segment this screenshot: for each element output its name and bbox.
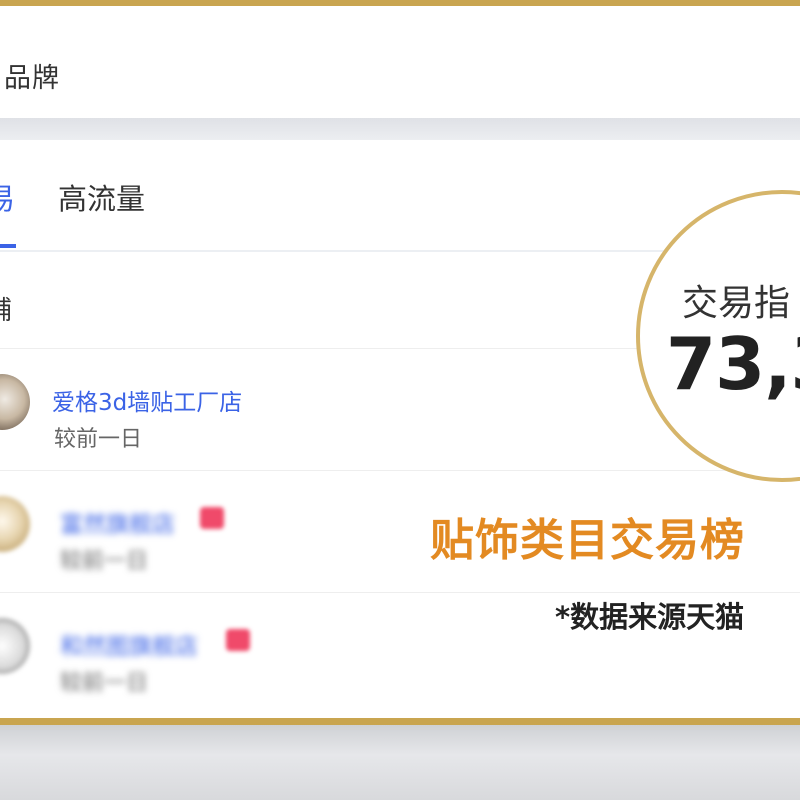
promo-title: 贴饰类目交易榜 bbox=[430, 515, 745, 566]
shop-avatar[interactable] bbox=[0, 618, 30, 674]
active-tab-indicator bbox=[0, 244, 16, 248]
tmall-badge-icon bbox=[226, 629, 250, 651]
section-gap bbox=[0, 118, 800, 140]
column-header-shop: 铺 bbox=[0, 290, 12, 327]
metric-label: 交易指 bbox=[682, 283, 791, 324]
shop-name-link[interactable]: 和然图旗舰店 bbox=[60, 627, 198, 661]
tab-transaction[interactable]: 易 bbox=[0, 176, 15, 218]
data-source-note: *数据来源天猫 bbox=[555, 600, 745, 634]
compare-label: 较前一日 bbox=[60, 549, 149, 574]
tab-high-traffic[interactable]: 高流量 bbox=[58, 176, 145, 218]
metric-value: 73,3 bbox=[666, 322, 800, 406]
compare-label: 较前一日 bbox=[54, 427, 143, 452]
ranking-card: 易 高流量 铺 爱格3d墙贴工厂店 较前一日 富然旗舰店 较前一日 和然图旗舰店… bbox=[0, 140, 800, 718]
brand-filter-label[interactable]: 品牌 bbox=[4, 56, 60, 95]
shop-name-link[interactable]: 爱格3d墙贴工厂店 bbox=[52, 383, 242, 417]
shop-name-link[interactable]: 富然旗舰店 bbox=[60, 505, 175, 539]
shop-avatar[interactable] bbox=[0, 374, 30, 430]
gold-bottom-border bbox=[0, 718, 800, 725]
filter-card: 品牌 bbox=[0, 6, 800, 118]
bottom-band bbox=[0, 725, 800, 800]
tmall-badge-icon bbox=[200, 507, 224, 529]
shop-avatar[interactable] bbox=[0, 496, 30, 552]
compare-label: 较前一日 bbox=[60, 671, 149, 696]
